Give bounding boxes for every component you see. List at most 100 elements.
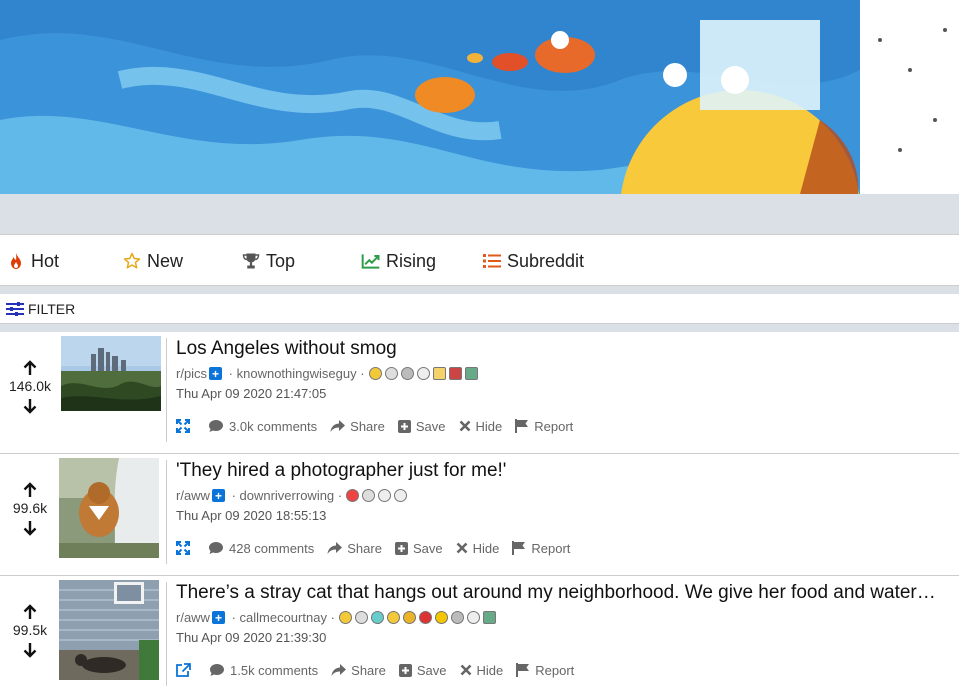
comments-button[interactable]: 3.0k comments	[208, 419, 317, 434]
comments-button[interactable]: 1.5k comments	[209, 663, 318, 678]
post-thumbnail[interactable]	[61, 336, 161, 436]
post-divider	[166, 338, 167, 442]
award-icon	[338, 611, 352, 624]
join-subreddit-icon[interactable]: +	[209, 367, 223, 380]
post-meta: r/pics + · knownothingwiseguy ·	[176, 366, 478, 381]
share-arrow-icon	[331, 663, 347, 676]
save-button[interactable]: Save	[394, 541, 443, 556]
report-button[interactable]: Report	[515, 419, 573, 434]
flame-icon	[6, 251, 26, 271]
close-x-icon	[460, 664, 471, 676]
awards-row	[368, 367, 478, 380]
report-label: Report	[535, 662, 575, 678]
award-icon	[450, 611, 464, 624]
post-card[interactable]: 99.5k There’s a stray cat that hangs out…	[0, 576, 959, 698]
award-icon	[386, 611, 400, 624]
downvote-arrow-icon[interactable]	[22, 642, 38, 658]
author-link[interactable]: downriverrowing	[240, 488, 335, 503]
section-divider	[0, 286, 959, 294]
award-icon	[466, 611, 480, 624]
list-icon	[482, 251, 502, 271]
sort-tab-top[interactable]: Top	[241, 235, 295, 287]
expand-button[interactable]	[176, 419, 195, 433]
awards-row	[346, 489, 408, 502]
vote-score: 99.6k	[12, 500, 48, 516]
filter-sliders-icon	[6, 301, 24, 316]
award-icon	[482, 611, 496, 624]
upvote-arrow-icon[interactable]	[22, 604, 38, 620]
share-button[interactable]: Share	[330, 419, 385, 434]
award-icon	[354, 611, 368, 624]
comment-bubble-icon	[209, 420, 223, 432]
sort-tab-new[interactable]: New	[122, 235, 183, 287]
downvote-arrow-icon[interactable]	[22, 398, 38, 414]
comment-bubble-icon	[209, 542, 223, 554]
hide-button[interactable]: Hide	[459, 419, 502, 434]
plus-square-icon	[394, 541, 408, 555]
post-title[interactable]: 'They hired a photographer just for me!'	[176, 460, 936, 482]
award-icon	[378, 489, 392, 502]
report-button[interactable]: Report	[512, 541, 570, 556]
post-card[interactable]: 99.6k 'They hired a photographer just fo…	[0, 454, 959, 576]
vote-score: 146.0k	[8, 378, 52, 394]
expand-button[interactable]	[176, 541, 195, 555]
share-button[interactable]: Share	[327, 541, 382, 556]
subreddit-link[interactable]: r/pics	[176, 366, 207, 381]
hide-label: Hide	[476, 662, 504, 678]
post-date: Thu Apr 09 2020 21:47:05	[176, 386, 327, 401]
hide-label: Hide	[472, 540, 500, 556]
trophy-icon	[241, 251, 261, 271]
post-actions: 428 comments Share Save Hide Report	[176, 538, 583, 558]
post-meta: r/aww + · callmecourtnay ·	[176, 610, 496, 625]
save-button[interactable]: Save	[398, 663, 447, 678]
vote-column: 146.0k	[0, 332, 60, 454]
close-x-icon	[459, 420, 470, 432]
sort-tab-hot[interactable]: Hot	[6, 235, 59, 287]
external-link-button[interactable]	[176, 663, 196, 677]
post-thumbnail[interactable]	[59, 580, 159, 680]
hide-button[interactable]: Hide	[460, 662, 504, 678]
filter-button[interactable]: FILTER	[0, 294, 959, 324]
award-icon	[384, 367, 398, 380]
upvote-arrow-icon[interactable]	[22, 360, 38, 376]
award-icon	[448, 367, 462, 380]
author-link[interactable]: knownothingwiseguy	[237, 366, 357, 381]
join-subreddit-icon[interactable]: +	[211, 611, 225, 624]
subreddit-link[interactable]: r/aww	[176, 488, 210, 503]
award-icon	[464, 367, 478, 380]
section-divider	[0, 324, 959, 332]
join-subreddit-icon[interactable]: +	[211, 489, 225, 502]
sort-tab-label: Subreddit	[507, 250, 585, 271]
post-thumbnail[interactable]	[59, 458, 159, 558]
award-icon	[402, 611, 416, 624]
sort-tab-label: Top	[266, 250, 296, 271]
share-button[interactable]: Share	[331, 663, 386, 678]
report-button[interactable]: Report	[516, 663, 574, 678]
plus-square-icon	[397, 419, 411, 433]
post-actions: 1.5k comments Share Save Hide Report	[176, 660, 587, 680]
subreddit-link[interactable]: r/aww	[176, 610, 210, 625]
subreddit-banner	[0, 0, 959, 194]
comments-count: 3.0k comments	[229, 418, 318, 434]
downvote-arrow-icon[interactable]	[22, 520, 38, 536]
post-date: Thu Apr 09 2020 21:39:30	[176, 630, 327, 645]
hide-button[interactable]: Hide	[456, 540, 500, 556]
post-title[interactable]: There’s a stray cat that hangs out aroun…	[176, 582, 936, 604]
comments-button[interactable]: 428 comments	[208, 541, 314, 556]
post-title[interactable]: Los Angeles without smog	[176, 338, 936, 360]
expand-arrows-icon	[176, 419, 190, 433]
banner-spacer	[0, 194, 959, 234]
sort-tab-rising[interactable]: Rising	[361, 235, 436, 287]
sort-tab-subreddit[interactable]: Subreddit	[482, 235, 584, 287]
post-divider	[166, 582, 167, 686]
close-x-icon	[456, 542, 468, 554]
author-link[interactable]: callmecourtnay	[240, 610, 327, 625]
plus-square-icon	[398, 663, 412, 677]
award-icon	[368, 367, 382, 380]
post-card[interactable]: 146.0k Los Angeles without smog r/pics +…	[0, 332, 959, 454]
post-date: Thu Apr 09 2020 18:55:13	[176, 508, 327, 523]
upvote-arrow-icon[interactable]	[22, 482, 38, 498]
share-label: Share	[350, 418, 385, 434]
comments-count: 1.5k comments	[230, 662, 319, 678]
save-button[interactable]: Save	[397, 419, 446, 434]
